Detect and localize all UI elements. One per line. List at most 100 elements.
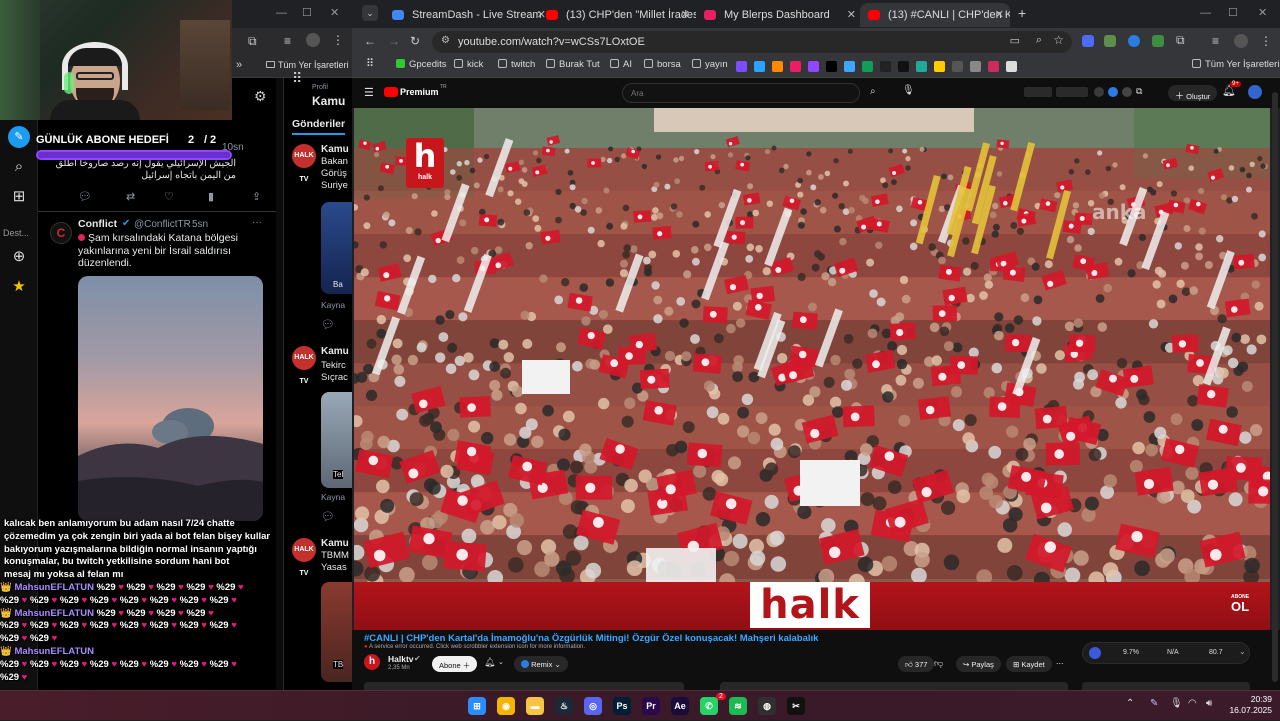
chrome-icon[interactable]: ◉ xyxy=(497,697,515,715)
bookmark-favicon-icon[interactable] xyxy=(754,61,765,72)
minimize-button[interactable]: — xyxy=(1200,7,1211,19)
save-button[interactable]: ⊞ Kaydet xyxy=(1006,656,1052,672)
tab-blerps[interactable]: My Blerps Dashboard ✕ xyxy=(696,3,862,27)
settings-gear-icon[interactable]: ⚙ xyxy=(254,88,267,105)
profile-icon[interactable] xyxy=(306,33,320,47)
url-input[interactable]: ⚙ youtube.com/watch?v=wCSs7LOxtOE ▭ ⌕ ☆ xyxy=(432,31,1072,53)
avatar[interactable]: HALK TV xyxy=(292,538,316,577)
tab-chp-millet[interactable]: (13) CHP'den "Millet İradesine ✕ xyxy=(538,3,696,27)
hamburger-menu-icon[interactable]: ☰ xyxy=(364,86,374,99)
bookmark-favicon-icon[interactable] xyxy=(952,61,963,72)
extension-icon[interactable] xyxy=(1082,35,1094,47)
bookmark-twitch[interactable]: twitch xyxy=(498,59,535,70)
item-media[interactable]: Tel xyxy=(321,392,352,488)
video-player[interactable]: h halk anka halk ABONE OL xyxy=(354,108,1270,630)
x-home-icon[interactable]: ✎ xyxy=(8,126,30,148)
chat-username[interactable]: 👑 MahsunEFLATUN xyxy=(0,646,94,657)
spotify-icon[interactable]: ≋ xyxy=(729,697,747,715)
channel-name[interactable]: Halktv xyxy=(388,654,414,664)
chat-username[interactable]: 👑 MahsunEFLATUN xyxy=(0,582,97,593)
bookmark-gpcedits[interactable]: Gpcedits xyxy=(396,59,447,70)
like-button[interactable]: 👍︎ 377 xyxy=(898,656,935,672)
tab-close-icon[interactable]: ✕ xyxy=(847,8,856,21)
bookmark-favicon-icon[interactable] xyxy=(988,61,999,72)
wifi-icon[interactable]: ◠ xyxy=(1188,698,1197,709)
bookmark-favicon-icon[interactable] xyxy=(916,61,927,72)
create-button[interactable]: ＋ Oluştur xyxy=(1168,85,1218,101)
youtube-premium-logo[interactable]: Premium xyxy=(400,87,439,97)
search-input[interactable]: Ara xyxy=(622,83,860,103)
avatar[interactable]: HALK TV xyxy=(292,346,316,385)
bookmark-burak-tut[interactable]: Burak Tut xyxy=(546,59,600,70)
site-info-icon[interactable]: ⚙ xyxy=(441,35,450,46)
profile-icon[interactable] xyxy=(1234,34,1248,48)
bookmark-favicon-icon[interactable] xyxy=(826,61,837,72)
dislike-icon[interactable]: 👎︎ xyxy=(934,658,943,669)
share-button[interactable]: ↪ Paylaş xyxy=(956,656,1001,672)
subscribe-button[interactable]: Abone ＋ xyxy=(432,656,478,672)
chevron-down-icon[interactable]: ⌄ xyxy=(498,658,504,666)
microphone-icon[interactable]: 🎙︎ xyxy=(1170,698,1183,709)
bookmark-borsa[interactable]: borsa xyxy=(644,59,681,70)
extension-icon[interactable] xyxy=(1152,35,1164,47)
bookmark-favicon-icon[interactable] xyxy=(808,61,819,72)
bookmark-favicon-icon[interactable] xyxy=(1006,61,1017,72)
bookmark-overflow[interactable]: » xyxy=(236,59,242,71)
obs-icon[interactable]: ◍ xyxy=(758,697,776,715)
reply-icon[interactable]: 💬︎ xyxy=(78,190,92,203)
discord-icon[interactable]: ◎ xyxy=(584,697,602,715)
extension-icon[interactable] xyxy=(1128,35,1140,47)
pen-icon[interactable]: ✎ xyxy=(1150,698,1158,709)
chevron-down-icon[interactable]: ⌄ xyxy=(1239,647,1246,656)
close-window-button[interactable]: ✕ xyxy=(1258,6,1267,19)
chevron-up-icon[interactable]: ⌃ xyxy=(1126,698,1134,709)
columns-icon[interactable]: ⊞ xyxy=(8,186,30,208)
photoshop-icon[interactable]: Ps xyxy=(613,697,631,715)
avatar[interactable]: C xyxy=(50,222,72,244)
media-icon[interactable]: ≡ xyxy=(284,34,291,48)
bookmark-favicon-icon[interactable] xyxy=(880,61,891,72)
bookmark-favicon-icon[interactable] xyxy=(898,61,909,72)
avatar[interactable]: HALK TV xyxy=(292,144,316,183)
forward-icon[interactable]: → xyxy=(388,34,400,48)
bookmark-favicon-icon[interactable] xyxy=(772,61,783,72)
bookmark-favicon-icon[interactable] xyxy=(736,61,747,72)
tab-posts[interactable]: Gönderiler xyxy=(292,118,346,135)
item-author[interactable]: Kamu xyxy=(321,346,349,357)
steam-icon[interactable]: ♨ xyxy=(555,697,573,715)
bookmark-favicon-icon[interactable] xyxy=(970,61,981,72)
back-icon[interactable]: ← xyxy=(364,34,376,48)
bookmark-ai[interactable]: AI xyxy=(610,59,632,70)
bookmark-favicon-icon[interactable] xyxy=(862,61,873,72)
bookmark-favicon-icon[interactable] xyxy=(934,61,945,72)
bookmark-star-icon[interactable]: ☆ xyxy=(1053,33,1064,47)
zoom-icon[interactable]: ⌕ xyxy=(1036,34,1042,47)
file-explorer-icon[interactable]: ▬ xyxy=(526,697,544,715)
tweet-handle[interactable]: @ConflictTR xyxy=(134,219,191,230)
reload-icon[interactable]: ↻ xyxy=(410,34,420,48)
tab-streamdash[interactable]: StreamDash - Live Stream ✕ xyxy=(384,3,552,27)
item-author[interactable]: Kamu xyxy=(321,538,349,549)
retweet-icon[interactable]: ⇄ xyxy=(126,190,135,203)
maximize-button[interactable]: ☐ xyxy=(1228,6,1238,19)
capcut-icon[interactable]: ✂ xyxy=(787,697,805,715)
extension-icon[interactable] xyxy=(1104,35,1116,47)
bookmark-kick[interactable]: kick xyxy=(454,59,483,70)
cast-icon[interactable]: ▭ xyxy=(1010,34,1020,47)
menu-icon[interactable]: ⋮ xyxy=(332,33,344,47)
tweet-image[interactable] xyxy=(78,276,263,521)
minimize-button[interactable]: — xyxy=(276,7,287,19)
item-media[interactable]: TB xyxy=(321,582,352,682)
item-author[interactable]: Kamu xyxy=(321,144,349,155)
page-scrollbar[interactable] xyxy=(1272,92,1278,682)
tab-close-icon[interactable]: ✕ xyxy=(995,8,1004,21)
apps-grid-icon[interactable]: ⠿ xyxy=(366,57,374,70)
volume-icon[interactable]: 🔊︎ xyxy=(1206,698,1212,709)
remix-button[interactable]: Remix ⌄ xyxy=(514,656,568,672)
chat-box[interactable] xyxy=(720,682,1068,690)
menu-icon[interactable]: ⋮ xyxy=(1260,34,1272,48)
tab-close-icon[interactable]: ✕ xyxy=(681,8,690,21)
bookmark-folder-all[interactable]: Tüm Yer İşaretleri xyxy=(1192,59,1279,70)
search-icon[interactable]: ⌕ xyxy=(8,156,30,178)
premiere-icon[interactable]: Pr xyxy=(642,697,660,715)
